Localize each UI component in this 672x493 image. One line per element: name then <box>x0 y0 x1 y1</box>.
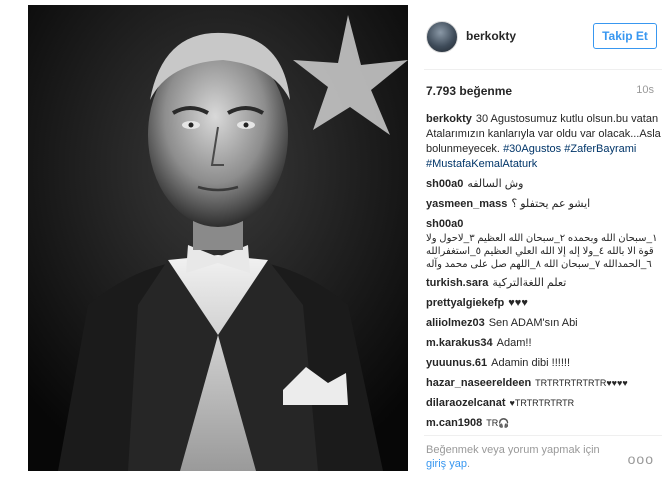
comment-text: وش السالفه <box>467 178 524 190</box>
footer-divider <box>424 435 662 436</box>
avatar[interactable] <box>426 21 458 53</box>
comment-item: sh00a0 ١_سبحان الله وبحمده ٢_سبحان الله ا… <box>426 217 662 271</box>
comment-username[interactable]: hazar_naseereldeen <box>426 377 531 389</box>
portrait-image <box>28 5 408 471</box>
hashtag[interactable]: #30Agustos <box>503 143 561 155</box>
comment-item: yuuunus.61 Adamin dibi !!!!!! <box>426 356 662 371</box>
comment-text: ١_سبحان الله وبحمده ٢_سبحان الله العظيم … <box>426 233 658 270</box>
login-prompt-text: Beğenmek veya yorum yapmak için <box>426 444 600 456</box>
comment-username[interactable]: yasmeen_mass <box>426 198 507 210</box>
comment-text: Sen ADAM'sın Abi <box>488 317 578 329</box>
comment-username[interactable]: dilaraozelcanat <box>426 397 505 409</box>
likes-count[interactable]: 7.793 beğenme <box>426 84 512 98</box>
more-options-icon[interactable]: ooo <box>628 451 654 467</box>
post-header: berkokty Takip Et <box>418 17 662 59</box>
comment-text: ايشو عم يحتفلو ؟ <box>511 198 591 210</box>
comment-item: prettyalgiekefp ♥♥♥ <box>426 296 662 311</box>
comment-item: aliiolmez03 Sen ADAM'sın Abi <box>426 316 662 331</box>
comment-item: m.can1908 TR🎧 <box>426 416 662 431</box>
comment-item: yasmeen_mass ايشو عم يحتفلو ؟ <box>426 197 662 212</box>
comment-username[interactable]: yuuunus.61 <box>426 357 487 369</box>
header-divider <box>424 69 662 70</box>
post-details-panel: berkokty Takip Et 7.793 beğenme 10s berk… <box>418 5 668 471</box>
hashtag[interactable]: #ZaferBayrami <box>564 143 636 155</box>
comment-item: turkish.sara تعلم اللغةالتركية <box>426 276 662 291</box>
comment-username[interactable]: m.karakus34 <box>426 337 493 349</box>
follow-button[interactable]: Takip Et <box>593 23 657 49</box>
login-prompt-period: . <box>466 458 471 470</box>
caption: berkokty 30 Agustosumuz kutlu olsun.bu va… <box>426 112 662 172</box>
comment-item: sh00a0 وش السالفه <box>426 177 662 192</box>
comment-item: m.karakus34 Adam!! <box>426 336 662 351</box>
comment-text: Adamin dibi !!!!!! <box>491 357 570 369</box>
login-prompt: Beğenmek veya yorum yapmak için giriş ya… <box>426 443 662 471</box>
hashtag[interactable]: #MustafaKemalAtaturk <box>426 158 537 170</box>
post-time[interactable]: 10s <box>636 84 654 96</box>
comment-username[interactable]: m.can1908 <box>426 417 482 429</box>
comment-username[interactable]: turkish.sara <box>426 277 488 289</box>
author-username[interactable]: berkokty <box>466 29 516 43</box>
comment-username[interactable]: aliiolmez03 <box>426 317 485 329</box>
comment-username[interactable]: prettyalgiekefp <box>426 297 504 309</box>
login-link[interactable]: giriş yap <box>426 458 467 470</box>
comment-username[interactable]: sh00a0 <box>426 218 463 230</box>
comment-text: TR🎧 <box>486 418 510 428</box>
comment-text: TRTRTRTRTRTR♥♥♥♥ <box>535 378 628 388</box>
comment-text: ♥TRTRTRTRTR <box>509 398 575 408</box>
comments-list: berkokty 30 Agustosumuz kutlu olsun.bu va… <box>426 112 662 436</box>
comment-item: dilaraozelcanat ♥TRTRTRTRTR <box>426 396 662 411</box>
comment-item: hazar_naseereldeen TRTRTRTRTRTR♥♥♥♥ <box>426 376 662 391</box>
comment-text: Adam!! <box>496 337 532 349</box>
comment-text: ♥♥♥ <box>508 297 528 309</box>
caption-username[interactable]: berkokty <box>426 113 472 125</box>
post-photo[interactable] <box>28 5 408 471</box>
comment-username[interactable]: sh00a0 <box>426 178 463 190</box>
comment-text: تعلم اللغةالتركية <box>492 277 567 289</box>
